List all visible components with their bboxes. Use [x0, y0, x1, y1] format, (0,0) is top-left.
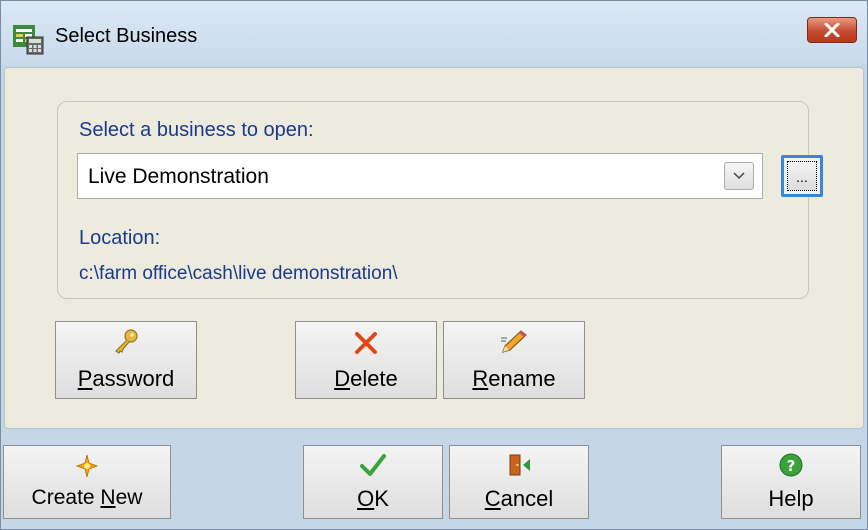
calculator-spreadsheet-icon — [13, 25, 44, 55]
title-bar[interactable]: Select Business — [1, 1, 867, 65]
pencil-icon — [501, 330, 527, 353]
close-icon — [824, 23, 840, 37]
business-select-value: Live Demonstration — [88, 165, 269, 188]
location-path: c:\farm office\cash\live demonstration\ — [79, 263, 398, 284]
red-x-icon — [355, 332, 377, 354]
business-select[interactable]: Live Demonstration — [77, 153, 763, 199]
rename-button[interactable]: Rename — [443, 321, 585, 399]
browse-button[interactable]: ... — [781, 155, 823, 197]
ok-button[interactable]: OK — [303, 445, 443, 519]
location-label: Location: — [79, 227, 161, 249]
exit-door-icon — [509, 454, 530, 476]
password-button[interactable]: Password — [55, 321, 197, 399]
svg-text:?: ? — [787, 457, 796, 475]
chevron-down-icon — [733, 172, 745, 180]
close-button[interactable] — [807, 17, 857, 43]
help-icon: ? — [779, 453, 803, 477]
ok-button-label: OK — [357, 486, 389, 511]
check-icon — [360, 454, 386, 476]
select-business-dialog: Select Business Select a business to ope… — [0, 0, 868, 530]
cancel-button[interactable]: Cancel — [449, 445, 589, 519]
cancel-button-label: Cancel — [484, 486, 554, 511]
window-title: Select Business — [55, 25, 198, 47]
key-icon — [115, 329, 138, 354]
business-select-dropdown-button[interactable] — [724, 162, 754, 190]
help-button-label: Help — [768, 486, 814, 511]
delete-button[interactable]: Delete — [295, 321, 437, 399]
select-business-prompt: Select a business to open: — [79, 119, 314, 141]
help-button[interactable]: ? Help — [721, 445, 861, 519]
sparkle-icon — [75, 454, 99, 478]
create-new-button-label: Create New — [31, 486, 143, 509]
password-button-label: Password — [77, 366, 175, 391]
delete-button-label: Delete — [334, 366, 398, 391]
rename-button-label: Rename — [472, 366, 556, 391]
create-new-button[interactable]: Create New — [3, 445, 171, 519]
browse-button-label: ... — [787, 161, 817, 191]
